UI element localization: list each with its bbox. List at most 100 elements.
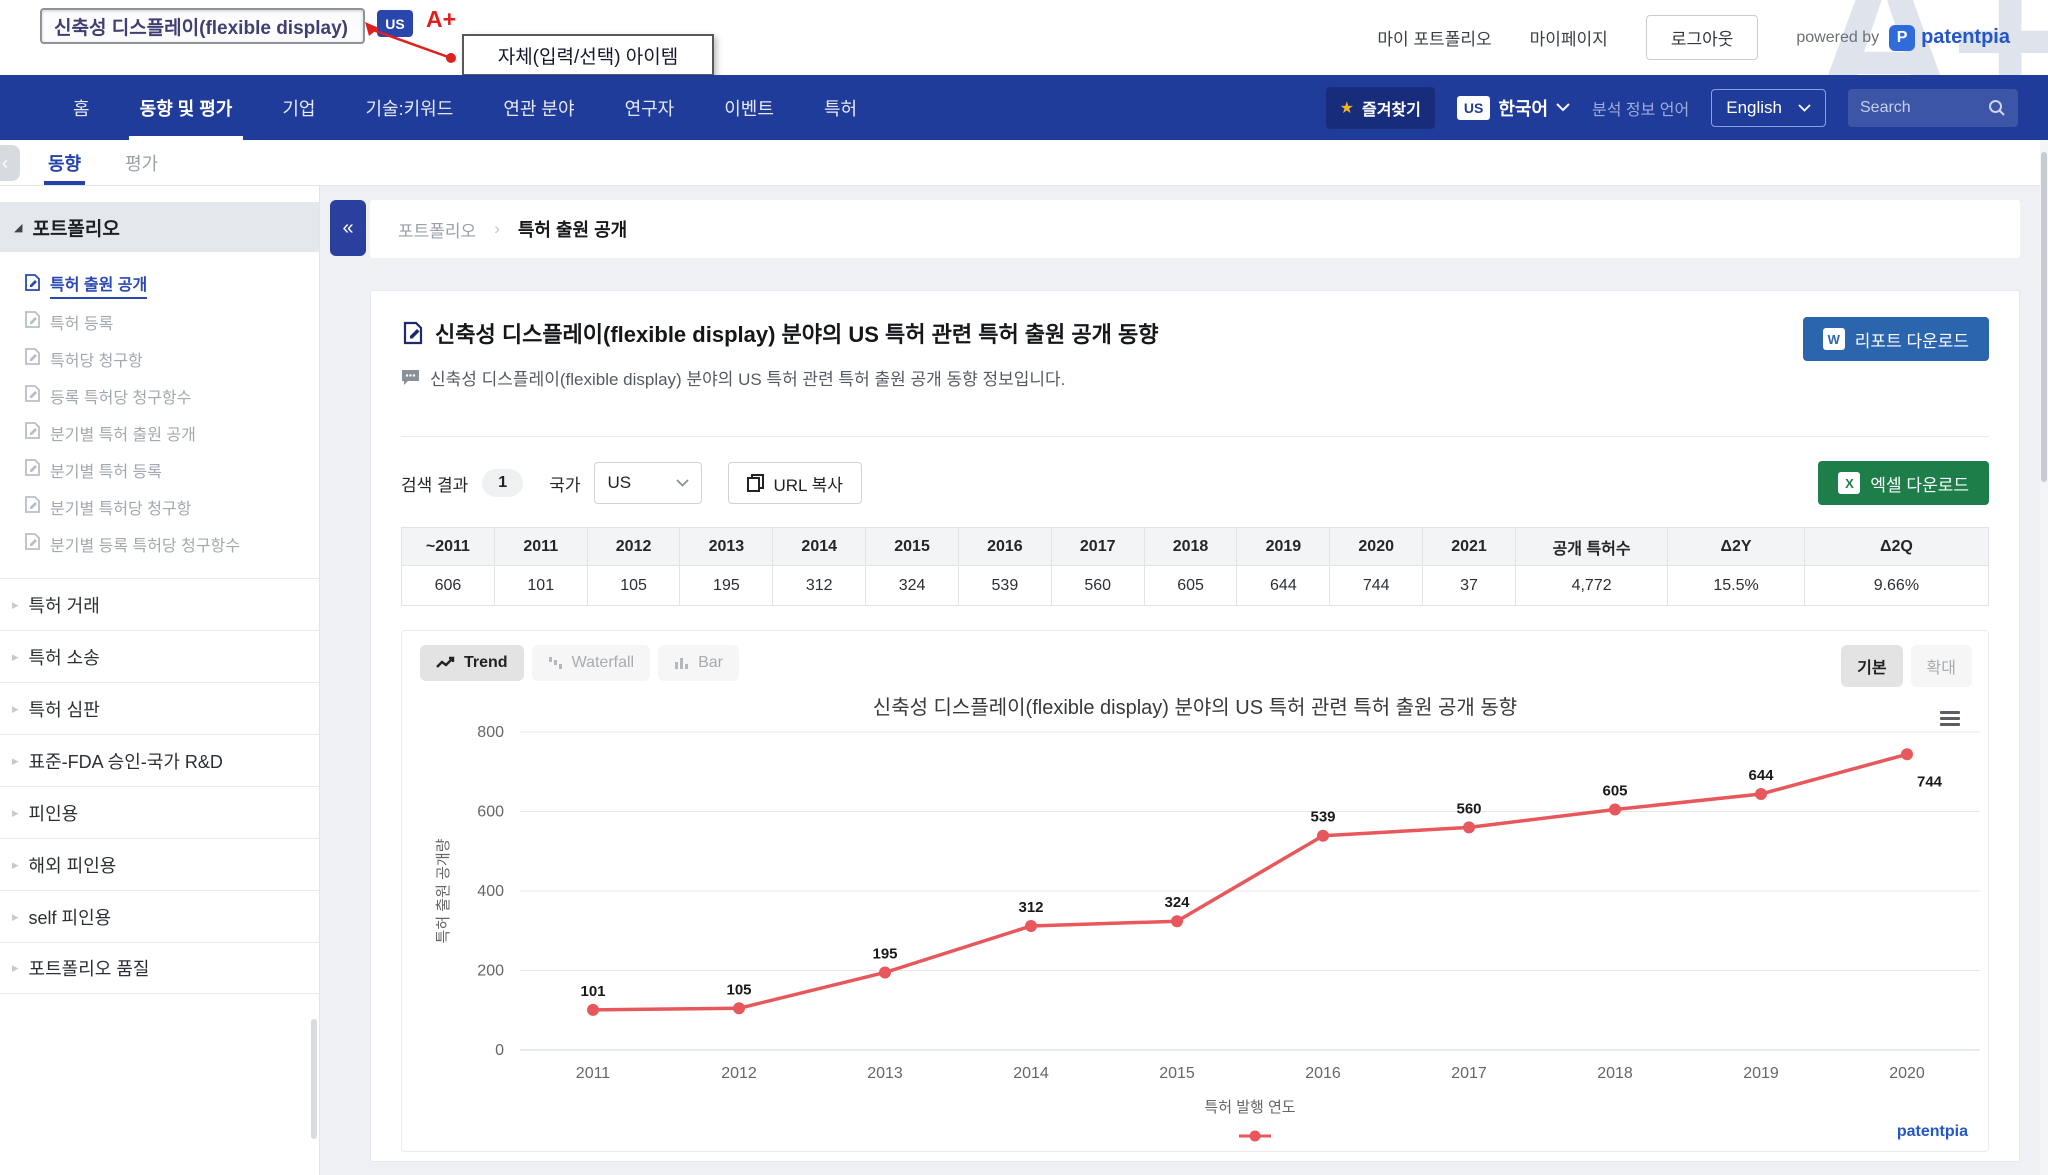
sidebar-section[interactable]: ▸피인용 <box>0 786 319 838</box>
sidebar-section[interactable]: ▸self 피인용 <box>0 890 319 942</box>
search-result-label: 검색 결과 <box>401 471 468 496</box>
analysis-language-label: 분석 정보 언어 <box>1592 96 1689 120</box>
sidebar-section[interactable]: ▸표준-FDA 승인-국가 R&D <box>0 734 319 786</box>
nav-item[interactable]: 이벤트 <box>699 75 799 140</box>
nav-item[interactable]: 홈 <box>48 75 115 140</box>
sidebar-section[interactable]: ▸특허 거래 <box>0 578 319 630</box>
sidebar-section[interactable]: ▸ 포트폴리오 품질 <box>0 942 319 994</box>
table-header-cell: Δ2Y <box>1668 528 1804 566</box>
nav-item[interactable]: 연구자 <box>600 75 700 140</box>
chevron-right-icon: ▸ <box>12 960 19 976</box>
favorites-label: 즐겨찾기 <box>1362 96 1421 120</box>
report-download-label: 리포트 다운로드 <box>1855 327 1969 352</box>
search-icon[interactable] <box>1988 99 2006 117</box>
sidebar-item[interactable]: 특허 등록 <box>24 303 319 340</box>
tooltip: 자체(입력/선택) 아이템 <box>462 34 714 75</box>
table-cell: 324 <box>866 566 959 606</box>
chart-legend[interactable] <box>420 1128 1970 1144</box>
sidebar-item[interactable]: 분기별 등록 특허당 청구항수 <box>24 525 319 562</box>
table-header-cell: 2019 <box>1237 528 1330 566</box>
page-scrollbar-thumb[interactable] <box>2041 152 2047 482</box>
document-edit-icon <box>24 311 41 333</box>
nav-search-input[interactable] <box>1860 99 1988 117</box>
table-header-cell: 2012 <box>587 528 680 566</box>
logout-button[interactable]: 로그아웃 <box>1646 15 1759 60</box>
breadcrumb-parent[interactable]: 포트폴리오 <box>398 217 476 242</box>
main-navbar: 홈동향 및 평가기업기술:키워드연관 분야연구자이벤트특허 ★ 즐겨찾기 US … <box>0 75 2048 140</box>
table-header-cell: 2014 <box>773 528 866 566</box>
report-download-button[interactable]: W 리포트 다운로드 <box>1803 317 1989 361</box>
page-scrollbar[interactable] <box>2040 140 2048 1175</box>
my-page-link[interactable]: 마이페이지 <box>1530 25 1608 50</box>
sub-tab-row: ‹ 동향 평가 <box>0 140 2048 186</box>
tab[interactable]: 평가 <box>125 140 158 185</box>
svg-text:324: 324 <box>1164 894 1190 911</box>
chevron-right-icon: ▸ <box>12 805 19 821</box>
svg-text:2011: 2011 <box>576 1065 611 1082</box>
sidebar-item[interactable]: 분기별 특허당 청구항 <box>24 488 319 525</box>
svg-text:800: 800 <box>477 724 504 741</box>
sidebar-item-label: 특허당 청구항 <box>50 347 143 371</box>
table-cell: 195 <box>680 566 773 606</box>
chart-menu-icon[interactable] <box>1940 711 1960 726</box>
table-header-cell: 2021 <box>1423 528 1516 566</box>
chart-credits[interactable]: patentpia <box>1897 1123 1968 1141</box>
nav-list: 홈동향 및 평가기업기술:키워드연관 분야연구자이벤트특허 <box>48 75 882 140</box>
sidebar-item[interactable]: 분기별 특허 출원 공개 <box>24 414 319 451</box>
table-header-cell: 2015 <box>866 528 959 566</box>
sidebar-item[interactable]: 특허 출원 공개 <box>24 266 319 303</box>
svg-text:560: 560 <box>1456 800 1481 817</box>
subtitle-row: 신축성 디스플레이(flexible display) 분야의 US 특허 관련… <box>401 365 1989 390</box>
country-select[interactable]: US <box>594 462 702 504</box>
table-cell: 606 <box>402 566 495 606</box>
table-header-cell: 2017 <box>1051 528 1144 566</box>
divider <box>401 436 1989 437</box>
sidebar-section-portfolio[interactable]: ◢ 포트폴리오 <box>0 202 319 252</box>
sidebar-section[interactable]: ▸특허 소송 <box>0 630 319 682</box>
excel-download-label: 엑셀 다운로드 <box>1870 471 1969 496</box>
topic-search-input[interactable] <box>40 8 365 44</box>
page: A+ US A+ 자체(입력/선택) 아이템 마이 포트폴리오 마이페이지 로그… <box>0 0 2048 1175</box>
powered-by-label: powered by <box>1796 29 1879 47</box>
url-copy-button[interactable]: URL 복사 <box>728 462 861 504</box>
sidebar-section-label: 특허 심판 <box>29 696 100 722</box>
nav-item[interactable]: 기술:키워드 <box>341 75 479 140</box>
analysis-language-select[interactable]: English <box>1711 89 1826 127</box>
sidebar-section-label: 포트폴리오 품질 <box>29 955 150 981</box>
nav-item[interactable]: 기업 <box>257 75 340 140</box>
sidebar-item[interactable]: 특허당 청구항 <box>24 340 319 377</box>
url-copy-label: URL 복사 <box>773 471 842 496</box>
tab[interactable]: 동향 <box>48 140 81 185</box>
site-language-switcher[interactable]: US 한국어 <box>1457 95 1570 121</box>
my-portfolio-link[interactable]: 마이 포트폴리오 <box>1377 25 1491 50</box>
sidebar-collapse-button[interactable]: « <box>330 200 366 256</box>
tab-scroll-left-button[interactable]: ‹ <box>0 145 20 181</box>
chevron-right-icon: ▸ <box>12 909 19 925</box>
svg-text:2014: 2014 <box>1013 1065 1049 1082</box>
chart-type-bar-button[interactable]: Bar <box>658 645 739 681</box>
country-select-value: US <box>607 473 631 493</box>
chart-basic-button[interactable]: 기본 <box>1841 645 1902 687</box>
excel-download-button[interactable]: X 엑셀 다운로드 <box>1818 461 1989 505</box>
sidebar-scrollbar[interactable] <box>311 1019 317 1139</box>
nav-item[interactable]: 동향 및 평가 <box>115 75 258 140</box>
chart-expand-button[interactable]: 확대 <box>1911 645 1972 687</box>
favorites-button[interactable]: ★ 즐겨찾기 <box>1326 87 1435 129</box>
sidebar-item[interactable]: 등록 특허당 청구항수 <box>24 377 319 414</box>
sidebar-section[interactable]: ▸해외 피인용 <box>0 838 319 890</box>
chart-type-trend-button[interactable]: Trend <box>420 645 524 681</box>
sidebar-section-title: 포트폴리오 <box>32 214 119 241</box>
nav-item[interactable]: 특허 <box>799 75 882 140</box>
sidebar-section[interactable]: ▸특허 심판 <box>0 682 319 734</box>
svg-text:312: 312 <box>1018 899 1043 916</box>
powered-by: powered by P patentpia <box>1796 25 2010 51</box>
table-cell: 105 <box>587 566 680 606</box>
document-edit-icon <box>24 533 41 555</box>
table-cell: 37 <box>1423 566 1516 606</box>
brand-logo[interactable]: P patentpia <box>1889 25 2010 51</box>
svg-text:2012: 2012 <box>721 1065 757 1082</box>
chart-type-waterfall-button[interactable]: Waterfall <box>532 645 651 681</box>
nav-item[interactable]: 연관 분야 <box>478 75 599 140</box>
svg-text:2016: 2016 <box>1305 1065 1341 1082</box>
sidebar-item[interactable]: 분기별 특허 등록 <box>24 451 319 488</box>
